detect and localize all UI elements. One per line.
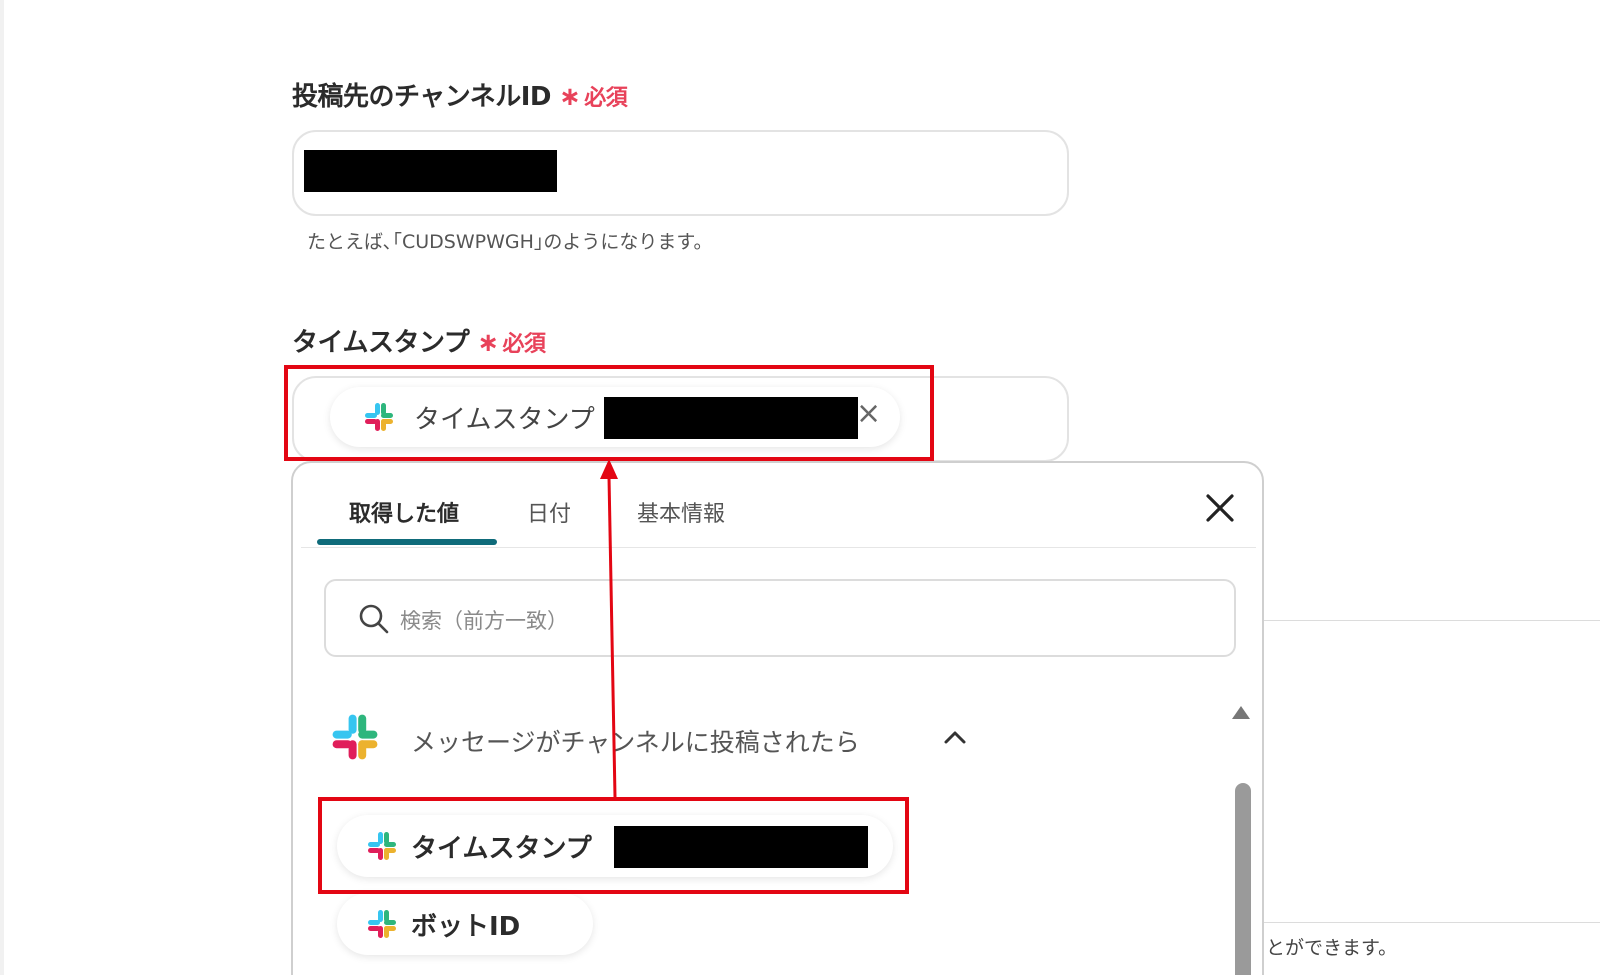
timestamp-label: タイムスタンプ ∗ 必須 [292, 322, 546, 359]
timestamp-label-text: タイムスタンプ [292, 328, 470, 358]
page-edge [0, 0, 4, 975]
slack-icon [332, 714, 378, 760]
search-icon [359, 604, 389, 634]
slack-icon [368, 910, 396, 938]
channel-id-label-text: 投稿先のチャンネルID [292, 82, 551, 112]
group-title: メッセージがチャンネルに投稿されたら [411, 728, 860, 757]
channel-id-hint: たとえば､｢CUDSWPWGH｣のようになります。 [307, 231, 713, 253]
background-divider [1264, 922, 1600, 923]
annotation-highlight-item [318, 797, 909, 894]
tab-basic-info[interactable]: 基本情報 [637, 496, 725, 528]
channel-id-input[interactable] [292, 130, 1069, 216]
redacted-value [304, 150, 557, 192]
annotation-arrow [600, 459, 618, 798]
scrollbar-thumb[interactable] [1235, 783, 1251, 975]
tab-divider [301, 547, 1256, 548]
tab-date[interactable]: 日付 [527, 496, 571, 528]
channel-id-label: 投稿先のチャンネルID ∗ 必須 [292, 76, 628, 113]
annotation-highlight-input [284, 365, 934, 461]
search-placeholder: 検索（前方一致） [400, 609, 568, 633]
required-badge: 必須 [584, 86, 628, 111]
required-star: ∗ [558, 82, 581, 112]
background-divider [1264, 620, 1600, 621]
value-picker-panel: 取得した値 日付 基本情報 検索（前方一致） メッセージがチャンネルに投稿された… [291, 461, 1264, 975]
close-icon[interactable] [1203, 491, 1237, 525]
scroll-up-arrow[interactable] [1232, 706, 1250, 719]
list-item-bot-id[interactable]: ボットID [337, 893, 593, 955]
search-input[interactable]: 検索（前方一致） [324, 579, 1236, 657]
required-star: ∗ [477, 328, 499, 358]
chevron-up-icon[interactable] [943, 729, 967, 745]
tab-acquired-values[interactable]: 取得した値 [349, 496, 459, 528]
list-item-label: ボットID [411, 912, 521, 942]
active-tab-indicator [317, 539, 497, 545]
background-hint: とができます。 [1266, 937, 1398, 959]
required-badge: 必須 [502, 332, 547, 357]
